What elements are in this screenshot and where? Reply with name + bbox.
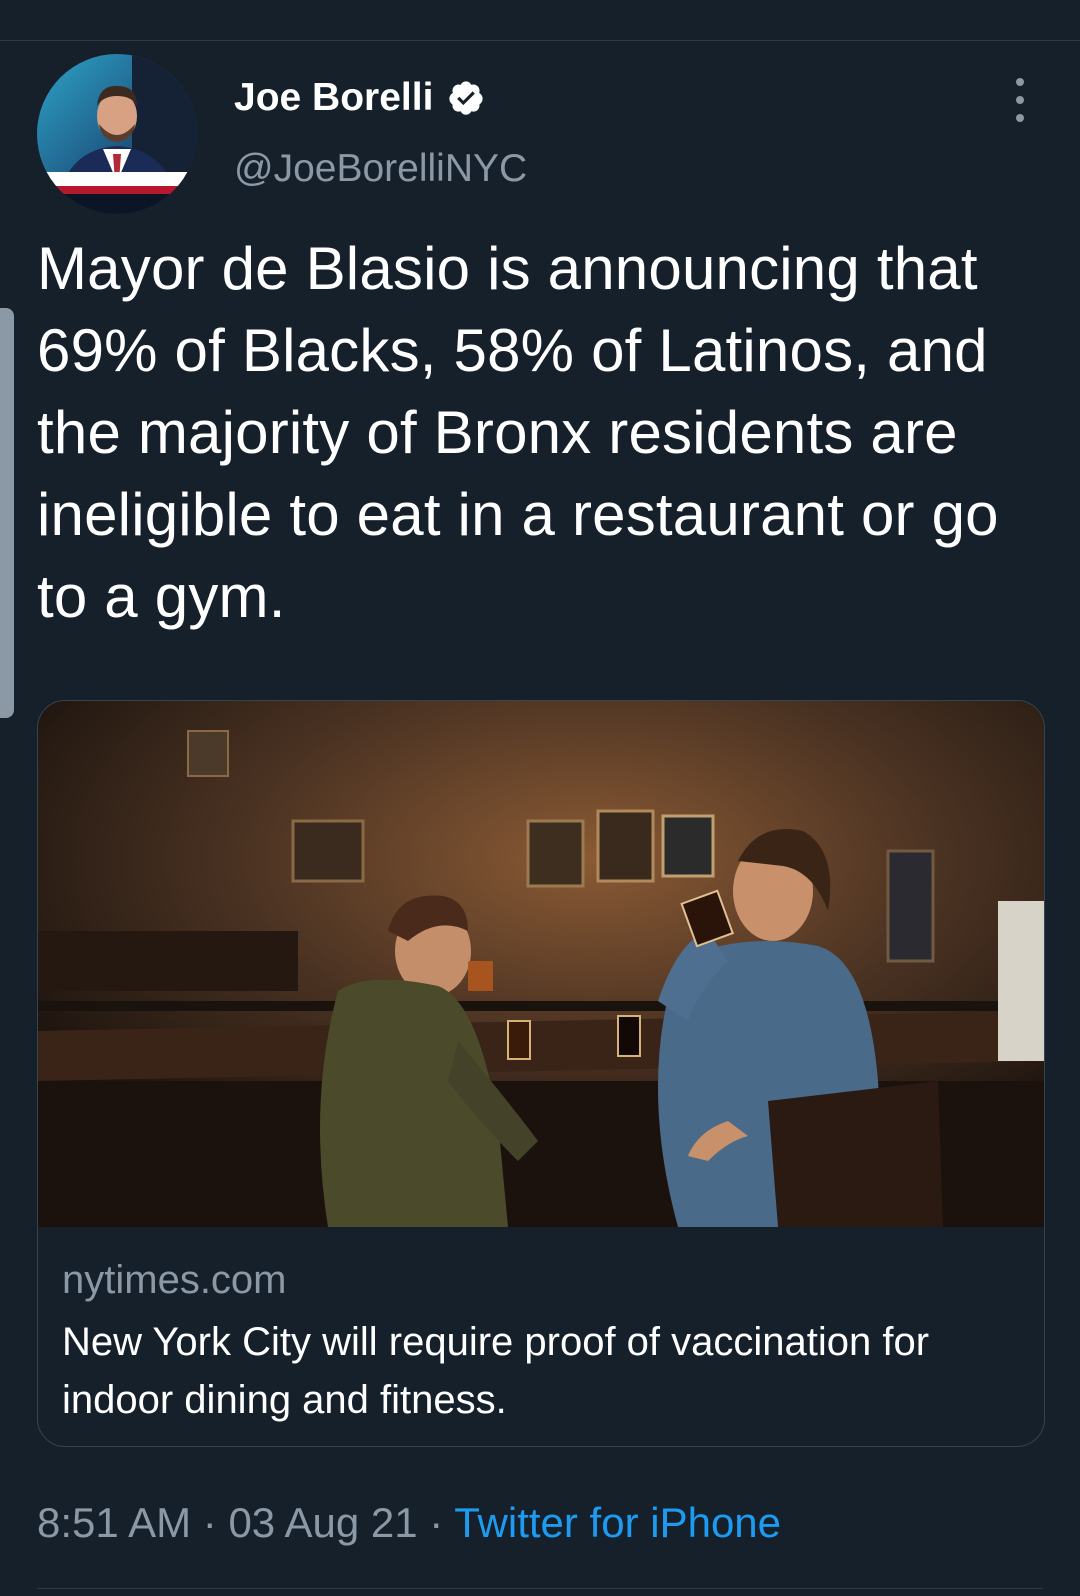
bottom-divider [37, 1588, 1043, 1589]
scroll-handle[interactable] [0, 308, 14, 718]
display-name-text[interactable]: Joe Borelli [234, 74, 433, 122]
card-title: New York City will require proof of vacc… [62, 1320, 930, 1422]
verified-badge-icon [449, 81, 484, 115]
bar-photo [38, 701, 1044, 1227]
tweet-detail-screen: Joe Borelli @JoeBorelliNYC Mayor de Blas… [0, 0, 1080, 1596]
tweet-meta: 8:51 AM · 03 Aug 21 · Twitter for iPhone [37, 1496, 781, 1550]
display-name[interactable]: Joe Borelli [234, 74, 485, 122]
more-options-icon[interactable] [1010, 78, 1030, 122]
avatar[interactable] [37, 54, 197, 214]
tweet-time: 8:51 AM [37, 1499, 192, 1546]
meta-separator: · [417, 1499, 455, 1546]
tweet-date: 03 Aug 21 [228, 1499, 418, 1546]
tweet-source-link[interactable]: Twitter for iPhone [454, 1499, 781, 1546]
user-handle[interactable]: @JoeBorelliNYC [234, 145, 527, 193]
tweet-text: Mayor de Blasio is announcing that 69% o… [37, 235, 999, 630]
card-image[interactable] [38, 701, 1044, 1227]
link-card[interactable]: nytimes.com New York City will require p… [37, 700, 1045, 1447]
card-domain: nytimes.com [62, 1258, 287, 1302]
top-divider [0, 40, 1080, 41]
meta-separator: · [191, 1499, 229, 1546]
